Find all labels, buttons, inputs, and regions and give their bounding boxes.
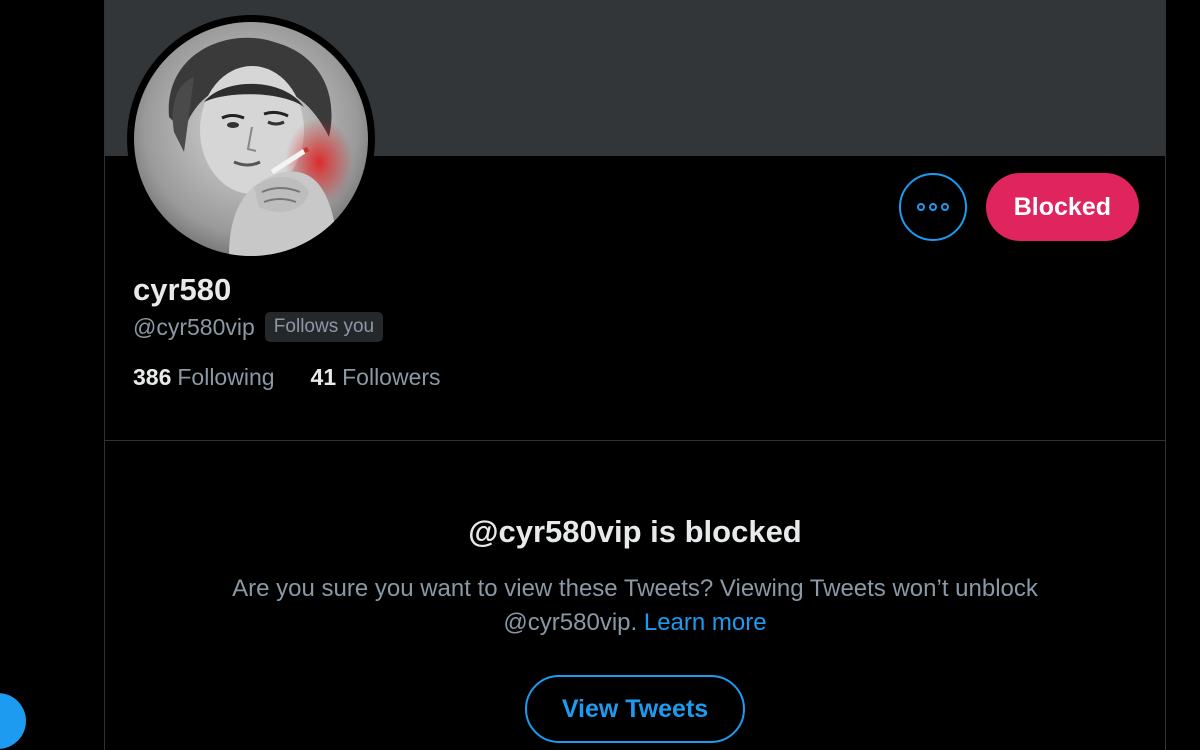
learn-more-link[interactable]: Learn more (644, 609, 767, 636)
section-divider (105, 440, 1165, 441)
following-count: 386 (133, 364, 172, 390)
more-horizontal-icon (915, 203, 951, 211)
following-stat[interactable]: 386 Following (133, 364, 275, 391)
blocked-button[interactable]: Blocked (985, 173, 1139, 241)
profile-column: Blocked cyr580 @cyr580vip Follows you 38… (104, 0, 1166, 750)
avatar-photo (134, 22, 368, 256)
view-tweets-button[interactable]: View Tweets (525, 675, 745, 743)
followers-stat[interactable]: 41 Followers (311, 364, 441, 391)
blocked-message: Are you sure you want to view these Twee… (232, 575, 1038, 636)
handle-row: @cyr580vip Follows you (133, 312, 384, 342)
followers-label: Followers (342, 364, 441, 390)
profile-avatar[interactable] (127, 15, 375, 263)
profile-actions: Blocked (898, 173, 1139, 241)
following-label: Following (177, 364, 275, 390)
display-name: cyr580 (133, 272, 232, 307)
user-handle: @cyr580vip (133, 313, 255, 340)
more-options-button[interactable] (898, 173, 967, 241)
follow-stats: 386 Following 41 Followers (133, 364, 441, 391)
follows-you-badge: Follows you (264, 312, 384, 342)
profile-page: Blocked cyr580 @cyr580vip Follows you 38… (0, 0, 1200, 750)
blocked-title: @cyr580vip is blocked (468, 514, 802, 549)
followers-count: 41 (310, 364, 337, 390)
blocked-message-block: Are you sure you want to view these Twee… (165, 572, 1105, 640)
compose-tweet-button[interactable] (0, 693, 26, 749)
